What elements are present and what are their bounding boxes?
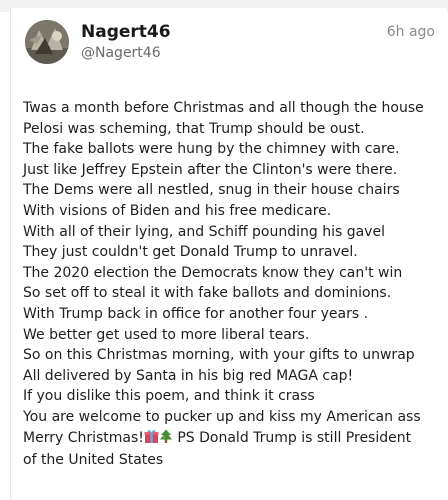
christmas-tree-icon — [159, 429, 173, 451]
post-timestamp: 6h ago — [386, 24, 435, 40]
poem-line: We better get used to more liberal tears… — [23, 326, 310, 343]
poem-line: With visions of Biden and his free medic… — [23, 202, 332, 219]
author-display-name[interactable]: Nagert46 — [81, 22, 171, 42]
poem-line: You are welcome to pucker up and kiss my… — [23, 408, 421, 425]
poem-line: With Trump back in office for another fo… — [23, 305, 369, 322]
poem-line: So set off to steal it with fake ballots… — [23, 285, 392, 302]
closing-ps: PS Donald Trump is still President — [172, 429, 412, 446]
poem-line: The fake ballots were hung by the chimne… — [23, 141, 400, 158]
poem-line: With all of their lying, and Schiff poun… — [23, 223, 385, 240]
avatar[interactable] — [25, 20, 69, 64]
author-handle[interactable]: @Nagert46 — [81, 44, 161, 62]
poem-line: Twas a month before Christmas and all th… — [23, 100, 424, 116]
avatar-image — [25, 20, 69, 64]
closing-greeting: Merry Christmas! — [23, 429, 144, 446]
poem-line: So on this Christmas morning, with your … — [23, 347, 415, 364]
poem-line: They just couldn't get Donald Trump to u… — [23, 244, 358, 261]
post-card: Nagert46 @Nagert46 6h ago Twas a month b… — [10, 8, 447, 500]
poem-line: Pelosi was scheming, that Trump should b… — [23, 120, 365, 137]
poem-line: All delivered by Santa in his big red MA… — [23, 367, 354, 384]
poem-line: The Dems were all nestled, snug in their… — [23, 182, 400, 199]
poem-line: The 2020 election the Democrats know the… — [23, 264, 403, 281]
poem-closing-line: Merry Christmas! PS Donald Trump is stil… — [23, 428, 447, 451]
post-body: Twas a month before Christmas and all th… — [23, 98, 447, 471]
gift-icon — [144, 429, 159, 451]
poem-line: Just like Jeffrey Epstein after the Clin… — [23, 161, 398, 178]
poem-line: If you dislike this poem, and think it c… — [23, 388, 315, 405]
poem-closing-last-line: of the United States — [23, 452, 164, 469]
